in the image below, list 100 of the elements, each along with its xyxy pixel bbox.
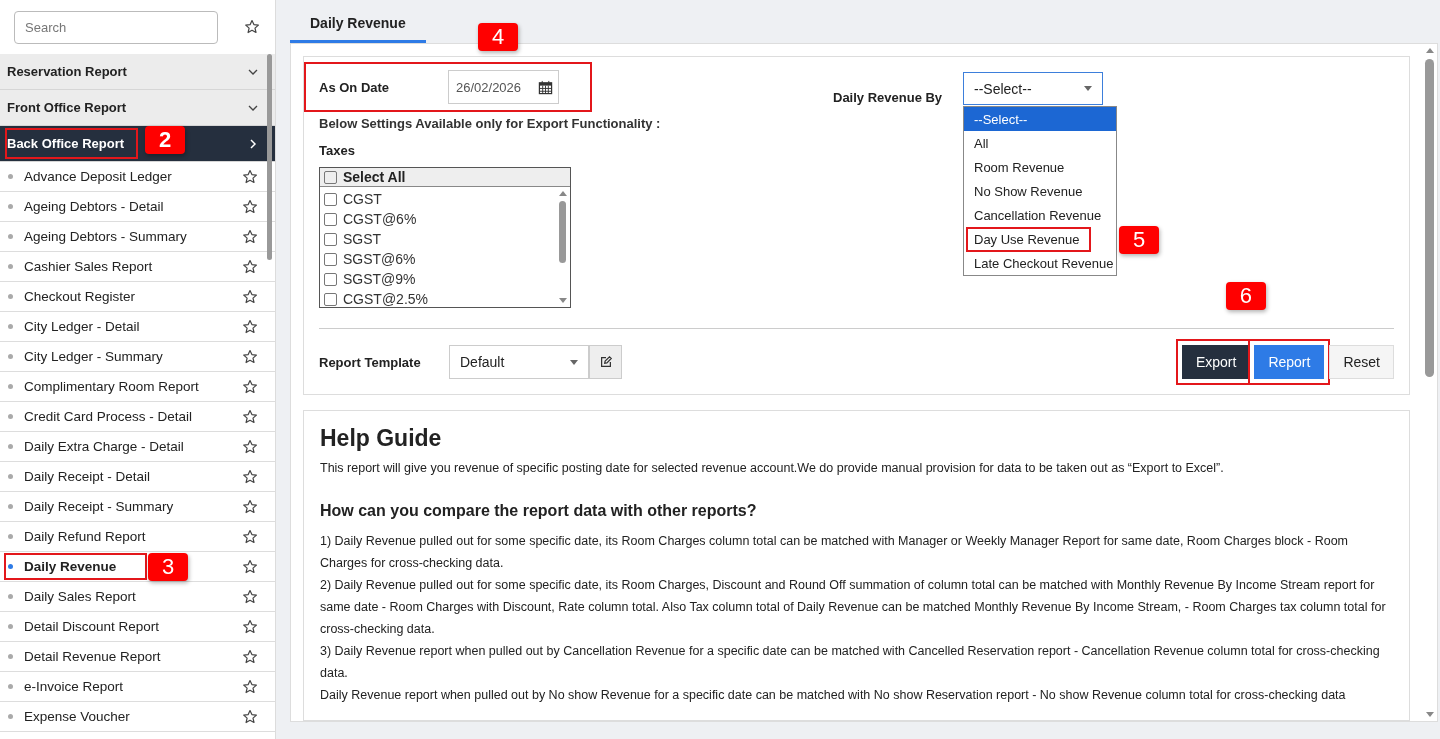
callout-badge: 2 xyxy=(145,126,185,154)
edit-icon xyxy=(598,355,613,369)
star-icon[interactable] xyxy=(242,588,258,605)
bullet-icon xyxy=(8,174,13,179)
bullet-icon xyxy=(8,294,13,299)
item-label: Advance Deposit Ledger xyxy=(24,169,173,184)
tax-checkbox[interactable]: SGST@9% xyxy=(324,269,551,289)
report-item[interactable]: Credit Card Process - Detail xyxy=(0,402,275,432)
report-item[interactable]: Daily Sales Report xyxy=(0,582,275,612)
item-label: Checkout Register xyxy=(24,289,137,304)
tax-checkbox[interactable]: SGST xyxy=(324,229,551,249)
star-icon[interactable] xyxy=(242,318,258,335)
help-paragraph: 1) Daily Revenue pulled out for some specific date, its Room Charges column total can be matched with Manager or Weekly Manager Report for same date, Room Charges block - Room Charges for cross-checking data. xyxy=(320,533,1350,572)
star-icon[interactable] xyxy=(242,168,258,185)
report-item[interactable]: Cashier Sales Report xyxy=(0,252,275,282)
tax-checkbox[interactable]: CGST@6% xyxy=(324,209,551,229)
star-icon[interactable] xyxy=(242,618,258,635)
report-item[interactable]: Daily Revenue 3 xyxy=(0,552,275,582)
scrollbar[interactable] xyxy=(267,54,272,260)
group-label: Back Office Report xyxy=(7,130,137,157)
menu-group[interactable]: Front Office Report xyxy=(0,90,275,126)
menu-group[interactable]: Reservation Report xyxy=(0,54,275,90)
help-paragraph: 2) Daily Revenue pulled out for some specific date, its Room Charges, Discount and Round Off summation of column total can be matched with Monthly Revenue By Income Stream report for same date - Room Charges with Discount, Rate column total. Also Tax column total of Daily Revenue can be matched Monthly Revenue By Income Stream, - Room Charges tax column total for cross-checking data. xyxy=(320,577,1387,638)
report-item[interactable]: Detail Discount Report xyxy=(0,612,275,642)
bullet-icon xyxy=(8,414,13,419)
bullet-icon xyxy=(8,594,13,599)
report-item[interactable]: Daily Refund Report xyxy=(0,522,275,552)
item-label: Detail Revenue Report xyxy=(24,649,162,664)
star-icon[interactable] xyxy=(242,468,258,485)
star-icon[interactable] xyxy=(242,498,258,515)
callout-badge: 3 xyxy=(148,553,188,581)
bullet-icon xyxy=(8,234,13,239)
tax-checkbox[interactable]: CGST@2.5% xyxy=(324,289,551,309)
report-item[interactable]: Daily Extra Charge - Detail xyxy=(0,432,275,462)
report-item[interactable]: Daily Receipt - Summary xyxy=(0,492,275,522)
dropdown-option[interactable]: Day Use Revenue xyxy=(964,227,1116,251)
item-label: Ageing Debtors - Summary xyxy=(24,229,188,244)
star-icon[interactable] xyxy=(242,258,258,275)
bullet-icon xyxy=(8,264,13,269)
field-label: Report Template xyxy=(319,354,422,370)
report-item[interactable]: City Ledger - Detail xyxy=(0,312,275,342)
date-field[interactable]: 26/02/2026 xyxy=(448,70,559,104)
item-label: Ageing Debtors - Detail xyxy=(24,199,165,214)
callout-badge: 4 xyxy=(478,23,518,51)
report-item[interactable]: Checkout Register xyxy=(0,282,275,312)
action-button[interactable]: Reset xyxy=(1329,345,1394,379)
report-item[interactable]: Expense Voucher xyxy=(0,702,275,732)
taxes-listbox[interactable]: Select All CGST CGST@6% SGST SGST@6% SGST@9% CGST@2.5% xyxy=(319,167,571,308)
dropdown-option[interactable]: Late Checkout Revenue xyxy=(964,251,1116,275)
star-icon[interactable] xyxy=(242,288,258,305)
tax-checkbox[interactable]: SGST@6% xyxy=(324,249,551,269)
star-icon[interactable] xyxy=(242,438,258,455)
star-icon[interactable] xyxy=(242,558,258,575)
star-icon[interactable] xyxy=(242,708,258,725)
item-label: Daily Refund Report xyxy=(24,529,147,544)
help-question: How can you compare the report data with other reports? xyxy=(320,502,758,520)
help-text: This report will give you revenue of specific posting date for selected revenue account.We do provide manual provision for data to be taken out as “Export to Excel”. xyxy=(320,460,1225,476)
report-item[interactable]: Detail Revenue Report xyxy=(0,642,275,672)
star-icon[interactable] xyxy=(242,648,258,665)
tax-checkbox[interactable]: CGST xyxy=(324,189,551,209)
star-icon[interactable] xyxy=(244,19,260,35)
help-title: Help Guide xyxy=(320,425,443,452)
star-icon[interactable] xyxy=(242,228,258,245)
bullet-icon xyxy=(8,444,13,449)
star-icon[interactable] xyxy=(242,528,258,545)
report-item[interactable]: Daily Receipt - Detail xyxy=(0,462,275,492)
menu-group[interactable]: Back Office Report 2 xyxy=(0,126,275,162)
edit-button[interactable] xyxy=(589,345,622,379)
field-label: Taxes xyxy=(319,143,356,158)
dropdown-option[interactable]: All xyxy=(964,131,1116,155)
template-dropdown[interactable]: Default xyxy=(449,345,589,379)
report-item[interactable]: e-Invoice Report xyxy=(0,672,275,702)
item-label: Complimentary Room Report xyxy=(24,379,200,394)
item-label: Credit Card Process - Detail xyxy=(24,409,194,424)
group-label: Reservation Report xyxy=(7,64,128,79)
calendar-icon xyxy=(538,79,553,95)
item-label: Cashier Sales Report xyxy=(24,259,154,274)
dropdown-option[interactable]: No Show Revenue xyxy=(964,179,1116,203)
caret-icon xyxy=(1084,86,1092,91)
dropdown-option[interactable]: Room Revenue xyxy=(964,155,1116,179)
report-item[interactable]: Complimentary Room Report xyxy=(0,372,275,402)
field-label: As On Date xyxy=(319,79,391,95)
star-icon[interactable] xyxy=(242,348,258,365)
revenue-by-dropdown[interactable]: --Select-- xyxy=(963,72,1103,105)
item-label: Daily Revenue xyxy=(6,555,146,578)
star-icon[interactable] xyxy=(242,408,258,425)
bullet-icon xyxy=(8,624,13,629)
report-item[interactable]: City Ledger - Summary xyxy=(0,342,275,372)
star-icon[interactable] xyxy=(242,678,258,695)
bullet-icon xyxy=(8,324,13,329)
item-label: Daily Sales Report xyxy=(24,589,137,604)
dropdown-option[interactable]: Cancellation Revenue xyxy=(964,203,1116,227)
star-icon[interactable] xyxy=(242,198,258,215)
dropdown-option[interactable]: --Select-- xyxy=(964,107,1116,131)
item-label: Detail Discount Report xyxy=(24,619,161,634)
search-field[interactable]: Search xyxy=(14,10,218,44)
bullet-icon xyxy=(8,564,13,569)
callout-badge: 5 xyxy=(1119,226,1159,254)
bullet-icon xyxy=(8,714,13,719)
star-icon[interactable] xyxy=(242,378,258,395)
